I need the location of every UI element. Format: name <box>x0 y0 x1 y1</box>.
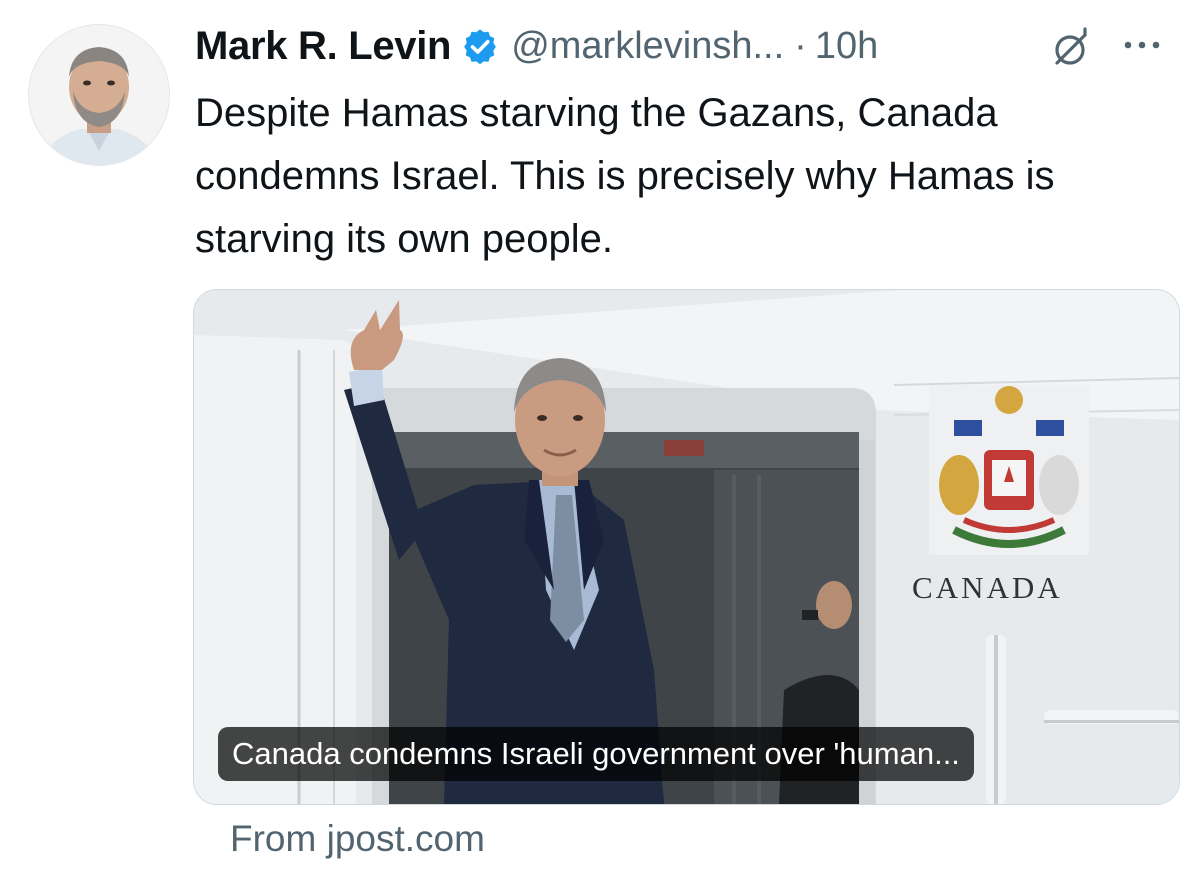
grok-icon[interactable] <box>1048 26 1092 70</box>
verified-badge-icon <box>464 29 497 65</box>
card-headline[interactable]: Canada condemns Israeli government over … <box>218 727 974 781</box>
photo-canada-text: CANADA <box>912 570 1063 605</box>
tweet-timestamp[interactable]: 10h <box>815 25 878 68</box>
avatar-photo <box>29 25 169 165</box>
header-separator: · <box>794 24 807 67</box>
author-name[interactable]: Mark R. Levin <box>195 24 451 69</box>
author-handle[interactable]: @marklevinsh... <box>511 25 784 68</box>
tweet-header: Mark R. Levin @marklevinsh... · 10h <box>195 18 1170 74</box>
link-card[interactable]: CANADA Canada condemns Israeli governmen… <box>193 289 1180 805</box>
more-options-icon[interactable] <box>1120 30 1164 60</box>
author-avatar[interactable] <box>28 24 170 166</box>
tweet-text: Despite Hamas starving the Gazans, Canad… <box>195 91 1055 261</box>
link-source[interactable]: From jpost.com <box>230 818 485 860</box>
